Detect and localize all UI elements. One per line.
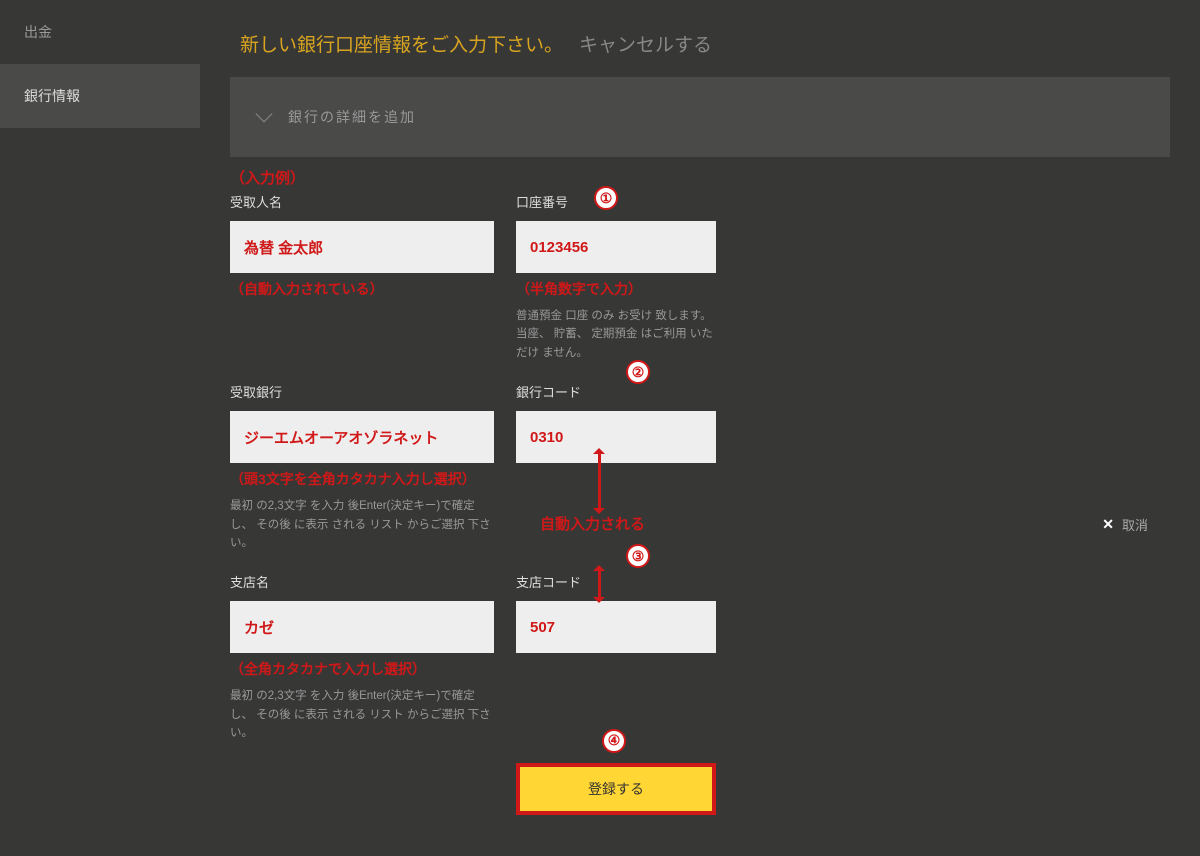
annotation-branch-katakana: （全角カタカナで入力し選択） bbox=[230, 659, 494, 679]
step-badge-1: ① bbox=[594, 186, 618, 210]
chevron-down-icon bbox=[256, 106, 273, 123]
account-number-input[interactable] bbox=[516, 221, 716, 273]
annotation-example: （入力例） bbox=[230, 167, 780, 188]
annotation-auto-filled: 自動入力される bbox=[540, 513, 645, 534]
cancel-link[interactable]: キャンセルする bbox=[579, 30, 712, 57]
cancel-x-label: 取消 bbox=[1122, 515, 1148, 534]
step-badge-3: ③ bbox=[626, 544, 650, 568]
recipient-name-input[interactable] bbox=[230, 221, 494, 273]
page-header: 新しい銀行口座情報をご入力下さい。 キャンセルする bbox=[200, 0, 1200, 77]
form-content: （入力例） 受取人名 （自動入力されている） 口座番号 ① （半 bbox=[230, 157, 1170, 815]
accordion-label: 銀行の詳細を追加 bbox=[288, 107, 416, 127]
account-number-help: 普通預金 口座 のみ お受け 致します。 当座、 貯蓄、 定期預金 はご利用 い… bbox=[516, 307, 716, 362]
branch-name-label: 支店名 bbox=[230, 572, 494, 591]
recipient-bank-input[interactable] bbox=[230, 411, 494, 463]
sidebar: 出金 銀行情報 bbox=[0, 0, 200, 856]
branch-code-label: 支店コード bbox=[516, 572, 716, 591]
bank-code-label: 銀行コード bbox=[516, 382, 716, 401]
annotation-account-halfwidth: （半角数字で入力） bbox=[516, 279, 716, 299]
close-icon: ✕ bbox=[1102, 516, 1114, 533]
page-title: 新しい銀行口座情報をご入力下さい。 bbox=[240, 30, 563, 57]
accordion-bank-details[interactable]: 銀行の詳細を追加 bbox=[230, 77, 1170, 157]
annotation-recipient-auto: （自動入力されている） bbox=[230, 279, 494, 299]
account-number-label: 口座番号 ① bbox=[516, 192, 716, 211]
arrow-icon bbox=[598, 452, 601, 510]
sidebar-item-bank-info[interactable]: 銀行情報 bbox=[0, 64, 200, 128]
submit-button[interactable]: 登録する bbox=[516, 763, 716, 815]
recipient-bank-help: 最初 の2,3文字 を入力 後Enter(決定キー)で確定し、 その後 に表示 … bbox=[230, 497, 494, 552]
step-badge-2: ② bbox=[626, 360, 650, 384]
annotation-bank-katakana: （頭3文字を全角カタカナ入力し選択） bbox=[230, 469, 494, 489]
branch-name-input[interactable] bbox=[230, 601, 494, 653]
recipient-name-label: 受取人名 bbox=[230, 192, 494, 211]
recipient-bank-label: 受取銀行 bbox=[230, 382, 494, 401]
arrow-icon bbox=[598, 569, 601, 599]
bank-form: （入力例） 受取人名 （自動入力されている） 口座番号 ① （半 bbox=[230, 157, 800, 815]
step-badge-4: ④ bbox=[602, 729, 626, 753]
branch-code-input[interactable] bbox=[516, 601, 716, 653]
main-content: 新しい銀行口座情報をご入力下さい。 キャンセルする 銀行の詳細を追加 （入力例）… bbox=[200, 0, 1200, 856]
cancel-x-button[interactable]: ✕ 取消 bbox=[1102, 515, 1148, 534]
sidebar-item-withdrawal[interactable]: 出金 bbox=[0, 0, 200, 64]
bank-code-input[interactable] bbox=[516, 411, 716, 463]
branch-name-help: 最初 の2,3文字 を入力 後Enter(決定キー)で確定し、 その後 に表示 … bbox=[230, 687, 494, 742]
right-panel: ✕ 取消 bbox=[800, 157, 1170, 815]
